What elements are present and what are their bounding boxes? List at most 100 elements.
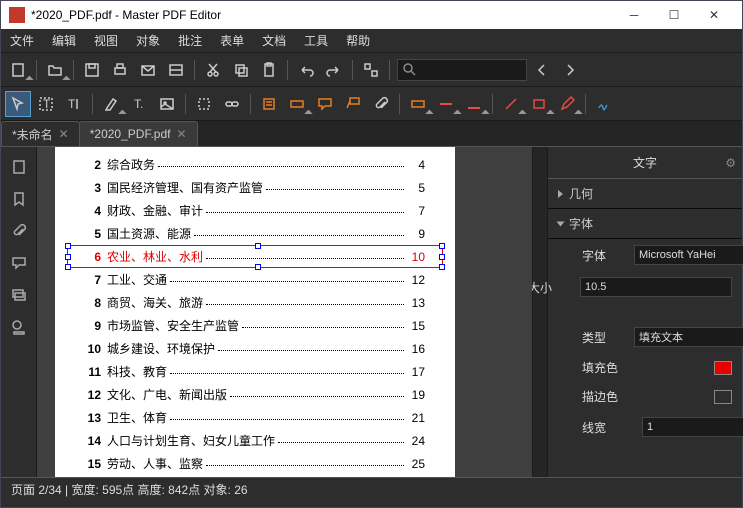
- pencil-tool[interactable]: [554, 91, 580, 117]
- document-tabs: *未命名 ✕ *2020_PDF.pdf ✕: [1, 121, 742, 147]
- comment-tool[interactable]: [312, 91, 338, 117]
- link-tool[interactable]: [219, 91, 245, 117]
- attach-tool[interactable]: [368, 91, 394, 117]
- save-button[interactable]: [79, 57, 105, 83]
- status-text: 页面 2/34 | 宽度: 595点 高度: 842点 对象: 26: [11, 481, 248, 498]
- fill-label: 填充色: [582, 359, 626, 376]
- toc-row[interactable]: 11科技、教育17: [85, 360, 425, 383]
- panel-header: 文字⚙: [548, 147, 742, 179]
- highlight-tool[interactable]: [98, 91, 124, 117]
- size-label: 大小: [528, 279, 572, 296]
- fill-color-chip[interactable]: [714, 361, 732, 375]
- paste-button[interactable]: [256, 57, 282, 83]
- search-prev-button[interactable]: [529, 57, 555, 83]
- toc-row[interactable]: 12文化、广电、新闻出版19: [85, 383, 425, 406]
- titlebar: *2020_PDF.pdf - Master PDF Editor ─ ☐ ✕: [1, 1, 742, 29]
- size-input[interactable]: [580, 277, 732, 297]
- toc-row[interactable]: 14人口与计划生育、妇女儿童工作24: [85, 429, 425, 452]
- section-geometry[interactable]: 几何: [548, 179, 742, 209]
- stroke-color-chip[interactable]: [714, 390, 732, 404]
- minimize-button[interactable]: ─: [614, 1, 654, 29]
- toc-row[interactable]: 8商贸、海关、旅游13: [85, 291, 425, 314]
- scan-button[interactable]: [163, 57, 189, 83]
- search-panel-button[interactable]: [7, 315, 31, 339]
- tab-label: *未命名: [12, 126, 53, 143]
- close-icon[interactable]: ✕: [176, 127, 186, 141]
- tab-untitled[interactable]: *未命名 ✕: [1, 121, 80, 146]
- sign-tool[interactable]: [591, 91, 617, 117]
- menu-document[interactable]: 文档: [253, 29, 295, 53]
- close-button[interactable]: ✕: [694, 1, 734, 29]
- toc-row[interactable]: 4财政、金融、审计7: [85, 199, 425, 222]
- type-label: 类型: [582, 329, 626, 346]
- toc-row[interactable]: 9市场监管、安全生产监管15: [85, 314, 425, 337]
- text-tool[interactable]: T: [33, 91, 59, 117]
- open-button[interactable]: [42, 57, 68, 83]
- underline-tool[interactable]: [461, 91, 487, 117]
- toc-row[interactable]: 5国土资源、能源9: [85, 222, 425, 245]
- edit-toolbar: T T T.: [1, 87, 742, 121]
- menu-edit[interactable]: 编辑: [43, 29, 85, 53]
- callout-tool[interactable]: [340, 91, 366, 117]
- menu-form[interactable]: 表单: [211, 29, 253, 53]
- toc-row[interactable]: 6农业、林业、水利10: [85, 245, 425, 268]
- toc-row[interactable]: 2综合政务4: [85, 153, 425, 176]
- line-tool[interactable]: [498, 91, 524, 117]
- canvas[interactable]: 2综合政务43国民经济管理、国有资产监管54财政、金融、审计75国土资源、能源9…: [37, 147, 532, 477]
- stamp-tool[interactable]: [284, 91, 310, 117]
- settings-icon[interactable]: ⚙: [725, 156, 736, 170]
- left-dock: [1, 147, 37, 477]
- menu-tools[interactable]: 工具: [295, 29, 337, 53]
- tab-pdf[interactable]: *2020_PDF.pdf ✕: [79, 121, 198, 146]
- font-input[interactable]: [634, 245, 743, 265]
- print-button[interactable]: [107, 57, 133, 83]
- app-icon: [9, 7, 25, 23]
- properties-panel: 文字⚙ 几何 字体 字体 大小 类型 填充色 描边色 线宽: [547, 147, 742, 477]
- cut-button[interactable]: [200, 57, 226, 83]
- thumbnails-panel-button[interactable]: [7, 155, 31, 179]
- edit-text-tool[interactable]: T: [61, 91, 87, 117]
- toc-row[interactable]: 15劳动、人事、监察25: [85, 452, 425, 475]
- svg-text:T: T: [43, 97, 51, 111]
- rect-tool[interactable]: [526, 91, 552, 117]
- toc-row[interactable]: 7工业、交通12: [85, 268, 425, 291]
- type-input[interactable]: [634, 327, 743, 347]
- menu-object[interactable]: 对象: [127, 29, 169, 53]
- fit-page-button[interactable]: [358, 57, 384, 83]
- search-next-button[interactable]: [557, 57, 583, 83]
- attachments-panel-button[interactable]: [7, 219, 31, 243]
- toc-row[interactable]: 3国民经济管理、国有资产监管5: [85, 176, 425, 199]
- maximize-button[interactable]: ☐: [654, 1, 694, 29]
- section-font[interactable]: 字体: [548, 209, 742, 239]
- select-tool[interactable]: [5, 91, 31, 117]
- linewidth-input[interactable]: [642, 417, 743, 437]
- email-button[interactable]: [135, 57, 161, 83]
- close-icon[interactable]: ✕: [59, 127, 69, 141]
- search-input[interactable]: [397, 59, 527, 81]
- image-tool[interactable]: [154, 91, 180, 117]
- highlight-text-tool[interactable]: [405, 91, 431, 117]
- strikeout-tool[interactable]: [433, 91, 459, 117]
- toc-row[interactable]: 16公安、安全、司法27: [85, 475, 425, 477]
- menu-annotate[interactable]: 批注: [169, 29, 211, 53]
- bookmarks-panel-button[interactable]: [7, 187, 31, 211]
- note-tool[interactable]: [256, 91, 282, 117]
- layers-panel-button[interactable]: [7, 283, 31, 307]
- menu-view[interactable]: 视图: [85, 29, 127, 53]
- tab-label: *2020_PDF.pdf: [90, 127, 171, 141]
- toc-row[interactable]: 13卫生、体育21: [85, 406, 425, 429]
- copy-button[interactable]: [228, 57, 254, 83]
- toc-row[interactable]: 10城乡建设、环境保护16: [85, 337, 425, 360]
- menu-file[interactable]: 文件: [1, 29, 43, 53]
- redo-button[interactable]: [321, 57, 347, 83]
- stroke-label: 描边色: [582, 388, 626, 405]
- comments-panel-button[interactable]: [7, 251, 31, 275]
- rect-select-tool[interactable]: [191, 91, 217, 117]
- undo-button[interactable]: [293, 57, 319, 83]
- new-file-button[interactable]: [5, 57, 31, 83]
- insert-text-tool[interactable]: T.: [126, 91, 152, 117]
- svg-text:T.: T.: [134, 97, 143, 111]
- vertical-scrollbar[interactable]: [532, 147, 547, 477]
- linewidth-label: 线宽: [582, 419, 626, 436]
- menu-help[interactable]: 帮助: [337, 29, 379, 53]
